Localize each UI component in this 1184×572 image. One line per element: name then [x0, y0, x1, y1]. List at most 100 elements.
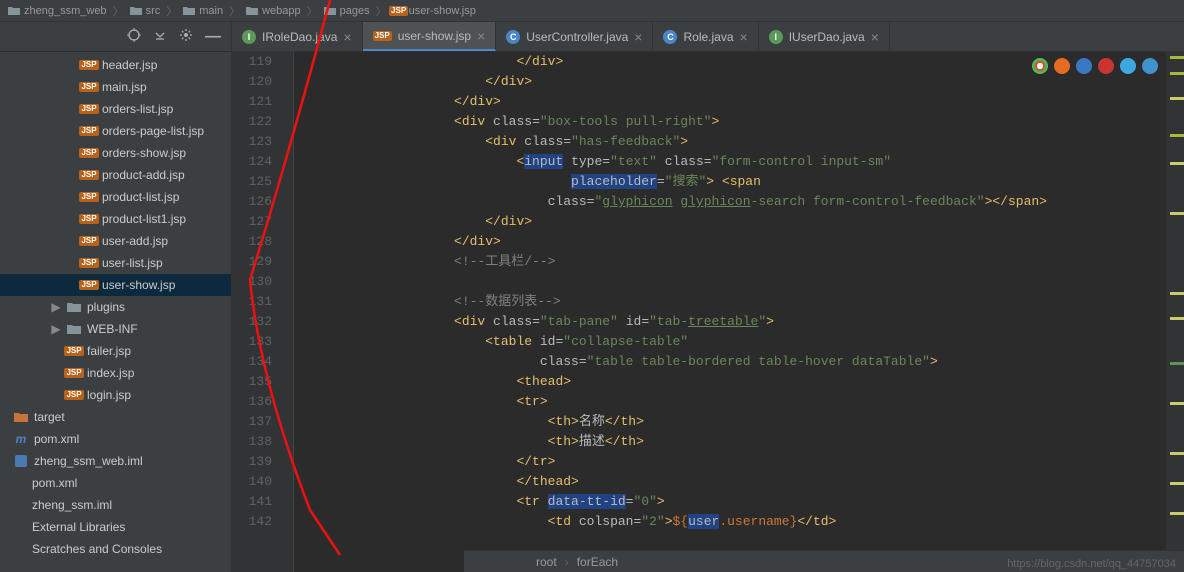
code-line[interactable]: </div>	[298, 72, 1184, 92]
interface-icon: I	[769, 30, 783, 44]
tree-item[interactable]: JSPuser-show.jsp	[0, 274, 231, 296]
tree-item[interactable]: JSPorders-page-list.jsp	[0, 120, 231, 142]
editor-body[interactable]: 1191201211221231241251261271281291301311…	[232, 52, 1184, 572]
tree-item[interactable]: External Libraries	[0, 516, 231, 538]
chrome-icon[interactable]	[1032, 58, 1048, 74]
tree-item-label: WEB-INF	[87, 322, 138, 336]
code-line[interactable]: <!--工具栏/-->	[298, 252, 1184, 272]
jsp-file-icon: JSP	[81, 212, 97, 226]
breadcrumb-item[interactable]: pages	[340, 5, 370, 17]
close-icon[interactable]: ×	[740, 29, 748, 45]
fold-gutter[interactable]	[280, 52, 294, 572]
jsp-file-icon: JSP	[81, 278, 97, 292]
tree-item[interactable]: target	[0, 406, 231, 428]
project-tree[interactable]: JSPheader.jspJSPmain.jspJSPorders-list.j…	[0, 52, 231, 572]
minimap[interactable]	[1166, 52, 1184, 572]
tree-item[interactable]: JSPorders-list.jsp	[0, 98, 231, 120]
line-number: 138	[232, 432, 272, 452]
code-line[interactable]: <th>描述</th>	[298, 432, 1184, 452]
tree-item[interactable]: ▶ WEB-INF	[0, 318, 231, 340]
code-line[interactable]: <thead>	[298, 372, 1184, 392]
breadcrumb-item[interactable]: webapp	[262, 5, 301, 17]
expand-icon[interactable]	[153, 28, 167, 45]
editor-tab[interactable]: IIRoleDao.java×	[232, 22, 363, 51]
tree-item[interactable]: JSPorders-show.jsp	[0, 142, 231, 164]
code-line[interactable]: class="glyphicon glyphicon-search form-c…	[298, 192, 1184, 212]
tree-item[interactable]: JSPuser-list.jsp	[0, 252, 231, 274]
status-path-1[interactable]: root	[536, 555, 557, 569]
code-line[interactable]: <div class="tab-pane" id="tab-treetable"…	[298, 312, 1184, 332]
code-line[interactable]: <td colspan="2">${user.username}</td>	[298, 512, 1184, 532]
close-icon[interactable]: ×	[343, 29, 351, 45]
tree-item[interactable]: mpom.xml	[0, 428, 231, 450]
edge-icon[interactable]	[1142, 58, 1158, 74]
firefox-icon[interactable]	[1054, 58, 1070, 74]
tree-item-label: product-list1.jsp	[102, 212, 186, 226]
code-line[interactable]: <tr>	[298, 392, 1184, 412]
code-line[interactable]: <div class="box-tools pull-right">	[298, 112, 1184, 132]
breadcrumb-item[interactable]: zheng_ssm_web	[24, 5, 107, 17]
code-line[interactable]: </tr>	[298, 452, 1184, 472]
line-number: 132	[232, 312, 272, 332]
close-icon[interactable]: ×	[871, 29, 879, 45]
tree-item[interactable]: JSPproduct-add.jsp	[0, 164, 231, 186]
line-number: 140	[232, 472, 272, 492]
line-number: 125	[232, 172, 272, 192]
opera-icon[interactable]	[1098, 58, 1114, 74]
ie-icon[interactable]	[1120, 58, 1136, 74]
code-line[interactable]: </div>	[298, 232, 1184, 252]
tree-item-label: main.jsp	[102, 80, 147, 94]
line-number: 121	[232, 92, 272, 112]
tree-item[interactable]: pom.xml	[0, 472, 231, 494]
close-icon[interactable]: ×	[634, 29, 642, 45]
tree-item[interactable]: zheng_ssm_web.iml	[0, 450, 231, 472]
tree-item[interactable]: Scratches and Consoles	[0, 538, 231, 560]
editor-tab[interactable]: CUserController.java×	[496, 22, 653, 51]
editor-tab[interactable]: CRole.java×	[653, 22, 758, 51]
tree-item[interactable]: JSPmain.jsp	[0, 76, 231, 98]
tree-item[interactable]: JSPlogin.jsp	[0, 384, 231, 406]
code-line[interactable]: </thead>	[298, 472, 1184, 492]
tree-item[interactable]: zheng_ssm.iml	[0, 494, 231, 516]
folder-icon	[130, 5, 142, 17]
code-line[interactable]: <!--数据列表-->	[298, 292, 1184, 312]
gear-icon[interactable]	[179, 28, 193, 45]
code-line[interactable]	[298, 272, 1184, 292]
locate-icon[interactable]	[127, 28, 141, 45]
code-line[interactable]: <div class="has-feedback">	[298, 132, 1184, 152]
status-path-2[interactable]: forEach	[577, 555, 618, 569]
collapse-icon[interactable]: —	[205, 28, 221, 46]
breadcrumb-item[interactable]: main	[199, 5, 223, 17]
code-line[interactable]: placeholder="搜索"> <span	[298, 172, 1184, 192]
code-line[interactable]: </div>	[298, 92, 1184, 112]
safari-icon[interactable]	[1076, 58, 1092, 74]
browser-preview-icons	[1032, 58, 1158, 74]
tree-item[interactable]: JSPindex.jsp	[0, 362, 231, 384]
code-line[interactable]: <tr data-tt-id="0">	[298, 492, 1184, 512]
code-line[interactable]: <th>名称</th>	[298, 412, 1184, 432]
code-area[interactable]: </div> </div> </div> <div class="box-too…	[294, 52, 1184, 572]
code-line[interactable]: class="table table-bordered table-hover …	[298, 352, 1184, 372]
breadcrumb-item[interactable]: src	[146, 5, 161, 17]
tree-item[interactable]: ▶plugins	[0, 296, 231, 318]
tree-item-label: zheng_ssm.iml	[32, 498, 112, 512]
tree-item[interactable]: JSPheader.jsp	[0, 54, 231, 76]
code-line[interactable]: </div>	[298, 212, 1184, 232]
tab-label: IUserDao.java	[789, 30, 865, 44]
editor-tab[interactable]: JSPuser-show.jsp×	[363, 22, 497, 51]
tree-item[interactable]: JSPproduct-list.jsp	[0, 186, 231, 208]
tree-item[interactable]: JSPfailer.jsp	[0, 340, 231, 362]
line-number: 120	[232, 72, 272, 92]
tree-item-label: pom.xml	[32, 476, 77, 490]
breadcrumb-item[interactable]: user-show.jsp	[409, 5, 476, 17]
code-line[interactable]: <input type="text" class="form-control i…	[298, 152, 1184, 172]
close-icon[interactable]: ×	[477, 28, 485, 44]
tree-item[interactable]: JSPuser-add.jsp	[0, 230, 231, 252]
editor-tab[interactable]: I IUserDao.java ×	[759, 22, 890, 51]
expand-arrow-icon[interactable]: ▶	[51, 300, 61, 314]
code-line[interactable]: <table id="collapse-table"	[298, 332, 1184, 352]
expand-arrow-icon[interactable]: ▶	[51, 322, 61, 336]
jsp-file-icon: JSP	[81, 234, 97, 248]
maven-icon: m	[13, 432, 29, 446]
tree-item[interactable]: JSP product-list1.jsp	[0, 208, 231, 230]
